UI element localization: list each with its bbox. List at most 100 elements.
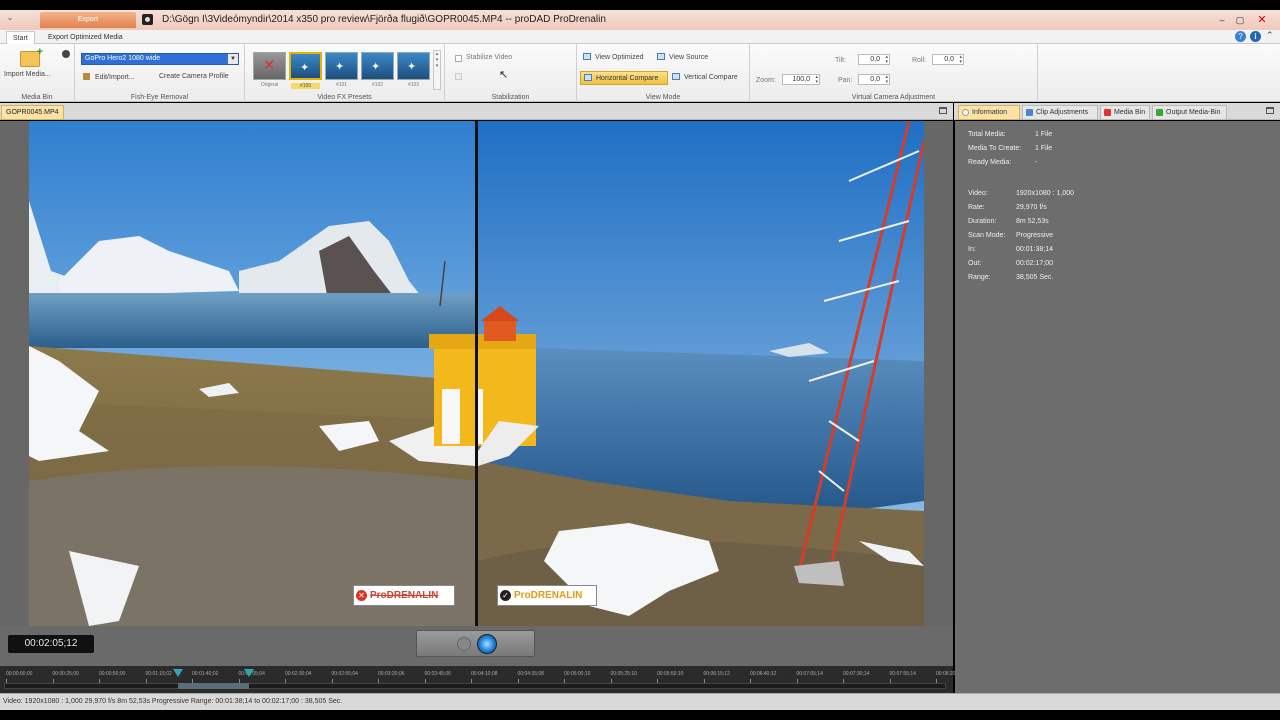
system-menu-icon[interactable]: ⌄ <box>3 13 17 27</box>
help-icon[interactable]: ? <box>1235 31 1246 42</box>
timeline-tick-label: 00:00:50;00 <box>99 671 126 677</box>
close-button[interactable]: ✕ <box>1254 13 1270 27</box>
preset-101[interactable]: ✦ #101 <box>325 52 358 88</box>
preset-scroll-arrows[interactable]: ▴ ▾ ▾ <box>433 50 441 90</box>
timeline-tick-label: 00:03:20;06 <box>378 671 405 677</box>
info-value: Progressive <box>1016 232 1053 239</box>
timeline-tick-label: 00:01:40;02 <box>192 671 219 677</box>
timeline-tick-label: 00:03:45;06 <box>424 671 451 677</box>
lens-profile-value: GoPro Hero2 1080 wide <box>85 55 161 62</box>
info-value: - <box>1035 159 1038 166</box>
preset-102[interactable]: ✦ #102 <box>361 52 394 88</box>
video-preview[interactable]: ✕ ProDRENALIN ✓ ProDRENALIN <box>29 121 924 626</box>
record-icon[interactable] <box>62 50 70 58</box>
chevron-down-icon[interactable]: ▼ <box>228 54 238 64</box>
tab-output-media-bin-label: Output Media-Bin <box>1166 109 1221 116</box>
lens-profile-select[interactable]: GoPro Hero2 1080 wide ▼ <box>81 53 239 65</box>
preset-original[interactable]: ✕ Original <box>253 52 286 88</box>
tab-information[interactable]: Information <box>958 105 1020 120</box>
import-media-icon[interactable] <box>20 46 43 67</box>
tab-start[interactable]: Start <box>6 31 35 44</box>
info-key: Media To Create: <box>968 145 1022 152</box>
group-label-presets: Video FX Presets <box>317 94 372 101</box>
ribbon-tab-bar: Start Export Optimized Media ? i ⌃ <box>0 30 1280 44</box>
timeline-tick-label: 00:04:10;08 <box>471 671 498 677</box>
info-value: 1 File <box>1035 131 1053 138</box>
output-media-bin-icon <box>1156 109 1163 116</box>
timeline-tick-label: 00:01:15;02 <box>145 671 172 677</box>
preset-thumbnail-icon: ✦ <box>300 62 310 74</box>
info-key: Video: <box>968 190 988 197</box>
playback-controls <box>416 630 535 657</box>
collapse-ribbon-icon[interactable]: ⌃ <box>1266 30 1274 41</box>
group-label-stabilization: Stabilization <box>491 94 530 101</box>
tab-clip-adjustments[interactable]: Clip Adjustments <box>1022 105 1098 120</box>
group-label-fisheye: Fish-Eye Removal <box>130 94 189 101</box>
preset-thumbnail-icon: ✦ <box>371 61 381 73</box>
info-value: 38,505 Sec. <box>1016 274 1054 281</box>
group-view-mode: View Optimized View Source Horizontal Co… <box>577 44 750 102</box>
information-icon <box>962 109 969 116</box>
export-quick-tab[interactable]: Export <box>40 12 136 28</box>
horizontal-compare-icon <box>584 74 592 81</box>
rewind-button[interactable] <box>457 637 471 651</box>
maximize-panel-icon[interactable] <box>1266 107 1274 114</box>
pan-spinner[interactable]: 0,0 <box>858 74 890 85</box>
tab-media-bin[interactable]: Media Bin <box>1100 105 1150 120</box>
information-panel: Total Media: 1 File Media To Create: 1 Fil… <box>955 121 1280 693</box>
info-value: 29,970 f/s <box>1016 204 1047 211</box>
stabilization-option-checkbox[interactable] <box>455 73 462 80</box>
vertical-compare-icon <box>672 73 680 80</box>
group-label-view-mode: View Mode <box>645 94 681 101</box>
view-optimized-button[interactable]: View Optimized <box>583 52 644 64</box>
in-point-marker[interactable] <box>173 669 184 677</box>
preset-100[interactable]: ✦ #100 <box>289 52 322 89</box>
tab-output-media-bin[interactable]: Output Media-Bin <box>1152 105 1227 120</box>
horizontal-compare-button[interactable]: Horizontal Compare <box>580 71 668 85</box>
clip-tab[interactable]: GOPR0045.MP4 <box>1 105 64 120</box>
group-video-fx-presets: ✕ Original ✦ #100 ✦ #101 ✦ #102 ✦ #103 ▴… <box>245 44 445 102</box>
info-row: In: 00:01:38;14 <box>968 246 1053 253</box>
zoom-spinner[interactable]: 100,0 <box>782 74 820 85</box>
view-source-button[interactable]: View Source <box>657 52 708 64</box>
tilt-spinner[interactable]: 0,0 <box>858 54 890 65</box>
tab-media-bin-label: Media Bin <box>1114 109 1146 116</box>
preset-103[interactable]: ✦ #103 <box>397 52 430 88</box>
preset-label: #100 <box>291 83 320 89</box>
stabilize-label: Stabilize Video <box>466 54 513 61</box>
timeline-tick-label: 00:07:55;14 <box>889 671 916 677</box>
info-key: Out: <box>968 260 982 267</box>
info-value: 1 File <box>1035 145 1053 152</box>
timeline-tick-label: 00:07:05;14 <box>796 671 823 677</box>
info-value: 1920x1080 : 1,000 <box>1016 190 1074 197</box>
create-camera-profile-button[interactable]: Create Camera Profile <box>159 73 229 80</box>
vertical-compare-button[interactable]: Vertical Compare <box>672 72 738 84</box>
tab-export-optimized-media[interactable]: Export Optimized Media <box>42 31 129 44</box>
info-row: Scan Mode: Progressive <box>968 232 1053 239</box>
import-media-button[interactable]: Import Media... <box>4 71 51 78</box>
minimize-button[interactable]: ‒ <box>1214 13 1230 27</box>
play-button[interactable] <box>477 634 497 654</box>
timeline-tick-label: 00:04:35;08 <box>517 671 544 677</box>
edit-import-button[interactable]: Edit/Import... <box>83 73 135 81</box>
timeline-track[interactable] <box>4 683 946 689</box>
timeline-tick-label: 00:02:30;04 <box>285 671 312 677</box>
view-source-icon <box>657 53 665 60</box>
preset-thumbnail-icon: ✦ <box>407 61 417 73</box>
roll-spinner[interactable]: 0,0 <box>932 54 964 65</box>
clip-tab-bar: GOPR0045.MP4 <box>0 103 953 120</box>
group-fisheye-removal: GoPro Hero2 1080 wide ▼ Edit/Import... C… <box>75 44 245 102</box>
timeline[interactable]: 00:00:00;00 00:00:25;00 00:00:50;00 00:01:1… <box>0 666 962 693</box>
optimized-watermark: ✓ ProDRENALIN <box>497 585 597 606</box>
maximize-panel-icon[interactable] <box>939 107 947 114</box>
info-icon[interactable]: i <box>1250 31 1261 42</box>
preset-thumbnail-icon: ✦ <box>335 61 345 73</box>
out-point-marker[interactable] <box>243 669 254 677</box>
timeline-selected-range <box>178 683 249 689</box>
stabilize-checkbox[interactable] <box>455 55 462 62</box>
maximize-button[interactable]: ▢ <box>1232 13 1248 27</box>
info-key: Duration: <box>968 218 997 225</box>
preset-label: #103 <box>407 82 420 88</box>
zoom-label: Zoom: <box>756 77 776 84</box>
check-icon: ✓ <box>500 590 511 601</box>
